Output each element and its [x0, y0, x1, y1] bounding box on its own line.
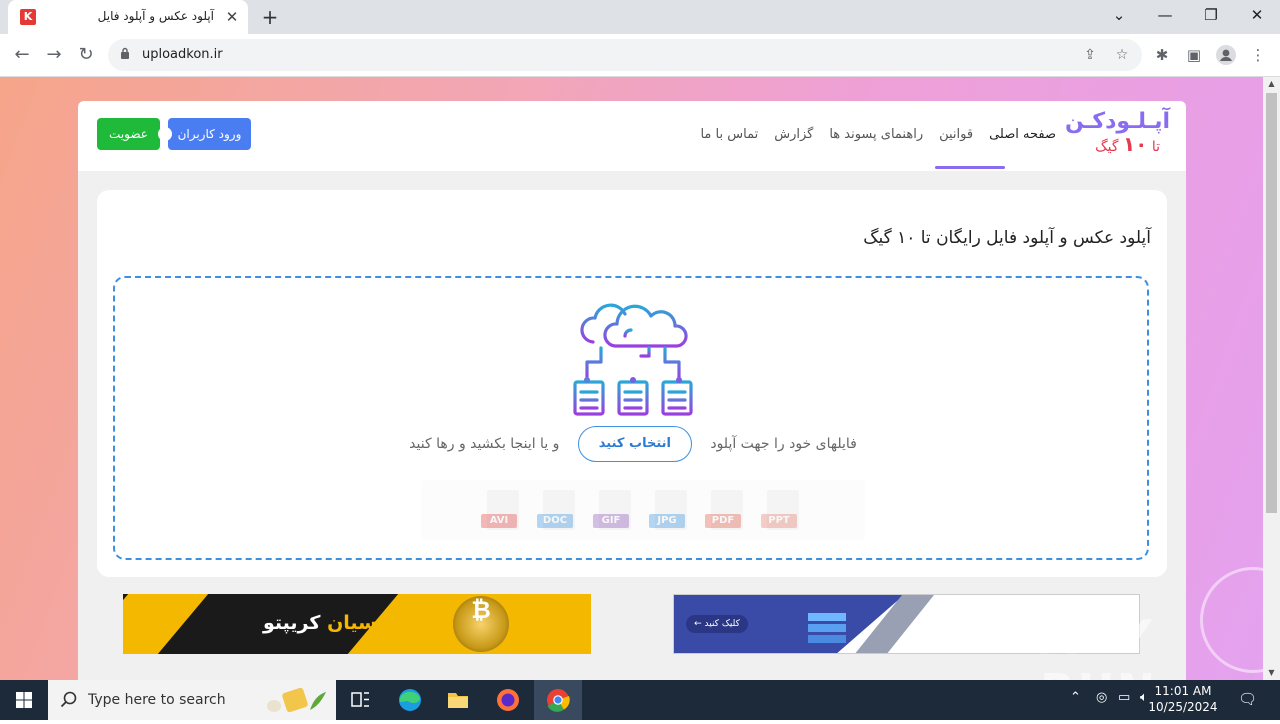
file-explorer-icon[interactable]	[434, 680, 482, 720]
bitcoin-icon: ₿	[453, 596, 509, 652]
avi-label: AVI	[481, 514, 517, 528]
crypto-ad-banner[interactable]: ₿ پارسیان کریپتو	[123, 594, 591, 654]
pdf-label: PDF	[705, 514, 741, 528]
crypto-ad-text-2: کریپتو	[263, 612, 321, 634]
hosting-ad-click-button[interactable]: کلیک کنید ←	[686, 615, 748, 633]
side-panel-icon[interactable]: ▣	[1184, 45, 1204, 65]
jpg-label: JPG	[649, 514, 685, 528]
active-nav-indicator	[935, 166, 1005, 169]
anyrun-watermark: ANY RUN	[1040, 610, 1155, 680]
windows-logo-icon	[16, 692, 32, 708]
choose-file-button[interactable]: انتخاب کنید	[577, 426, 692, 462]
taskbar-search-box[interactable]: Type here to search	[48, 680, 336, 720]
share-icon[interactable]: ⇪	[1080, 45, 1100, 65]
browser-tab-strip: K آپلود عکس و آپلود فایل ✕ + ⌄ — ❐ ✕	[0, 0, 1280, 34]
tab-close-icon[interactable]: ✕	[224, 9, 240, 25]
site-favicon-icon: K	[20, 9, 36, 25]
cloud-upload-icon	[573, 303, 693, 416]
notifications-icon[interactable]: 🗨︎	[1238, 690, 1257, 708]
window-close-button[interactable]: ✕	[1234, 0, 1280, 30]
drop-text-before: فایلهای خود را جهت آپلود	[710, 436, 857, 452]
nav-home[interactable]: صفحه اصلی	[989, 127, 1056, 142]
jpg-file-icon: JPG	[649, 490, 689, 534]
drop-text-after: و یا اینجا بکشید و رها کنید	[409, 436, 560, 452]
crypto-ad-text-1: پارسیان	[327, 612, 403, 634]
browser-menu-icon[interactable]: ⋮	[1248, 45, 1268, 65]
scrollbar-thumb[interactable]	[1266, 93, 1277, 513]
forward-arrow-icon[interactable]: →	[42, 43, 66, 67]
gif-file-icon: GIF	[593, 490, 633, 534]
search-placeholder: Type here to search	[88, 692, 226, 708]
search-icon	[60, 691, 77, 708]
reload-icon[interactable]: ↻	[74, 43, 98, 67]
clock-date: 10/25/2024	[1148, 700, 1218, 714]
logo-tagline-number: ۱۰	[1122, 132, 1148, 156]
lock-icon	[121, 47, 129, 59]
hosting-ad-click-label: کلیک کنید	[704, 619, 740, 629]
scroll-up-arrow-icon[interactable]: ▲	[1263, 77, 1280, 91]
page-scrollbar[interactable]: ▲ ▼	[1263, 77, 1280, 680]
button-separator-dot	[158, 127, 172, 141]
main-nav: صفحه اصلی قوانین راهنمای پسوند ها گزارش …	[700, 127, 1056, 142]
doc-file-icon: DOC	[537, 490, 577, 534]
new-tab-button[interactable]: +	[258, 5, 282, 29]
nav-contact[interactable]: تماس با ما	[700, 127, 758, 142]
site-logo[interactable]: آپـلـودکـن تا ۱۰ گیگ	[1065, 109, 1170, 156]
ppt-label: PPT	[761, 514, 797, 528]
search-highlight-image-icon	[267, 687, 326, 713]
upload-dropzone[interactable]: فایلهای خود را جهت آپلود انتخاب کنید و ی…	[113, 276, 1149, 560]
network-icon[interactable]: ▭	[1118, 690, 1130, 705]
supported-file-types: PPT PDF JPG GIF DOC AVI	[421, 480, 865, 540]
ppt-file-icon: PPT	[761, 490, 801, 534]
scroll-down-arrow-icon[interactable]: ▼	[1263, 666, 1280, 680]
logo-tagline-suffix: گیگ	[1095, 139, 1119, 155]
server-rack-icon	[808, 613, 846, 643]
bookmark-star-icon[interactable]: ☆	[1112, 45, 1132, 65]
restore-button[interactable]: ❐	[1188, 0, 1234, 30]
tray-overflow-chevron-icon[interactable]: ⌃	[1070, 690, 1081, 705]
address-bar[interactable]: uploadkon.ir ⇪ ☆	[108, 39, 1142, 71]
minimize-button[interactable]: —	[1142, 0, 1188, 30]
tab-search-dropdown-icon[interactable]: ⌄	[1096, 0, 1142, 30]
upload-card: آپلود عکس و آپلود فایل رایگان تا ۱۰ گیگ	[97, 190, 1167, 577]
windows-taskbar: Type here to search ⌃ ◎ ▭ 🔈︎ 11:01 AM 10…	[0, 680, 1280, 720]
firefox-icon[interactable]	[484, 680, 532, 720]
avi-file-icon: AVI	[481, 490, 521, 534]
browser-tab[interactable]: K آپلود عکس و آپلود فایل ✕	[8, 0, 248, 34]
start-button[interactable]	[0, 680, 48, 720]
page-viewport: آپـلـودکـن تا ۱۰ گیگ صفحه اصلی قوانین را…	[0, 77, 1263, 680]
tray-app-icon[interactable]: ◎	[1096, 690, 1107, 705]
taskbar-clock[interactable]: 11:01 AM 10/25/2024	[1136, 683, 1230, 715]
tab-title: آپلود عکس و آپلود فایل	[97, 9, 214, 23]
browser-toolbar: ← → ↻ uploadkon.ir ⇪ ☆ ✱ ▣ ⋮	[0, 34, 1280, 77]
chrome-icon[interactable]	[534, 680, 582, 720]
site-header: آپـلـودکـن تا ۱۰ گیگ صفحه اصلی قوانین را…	[78, 101, 1186, 171]
gif-label: GIF	[593, 514, 629, 528]
upload-heading: آپلود عکس و آپلود فایل رایگان تا ۱۰ گیگ	[863, 228, 1151, 248]
logo-tagline: تا ۱۰ گیگ	[1065, 132, 1160, 156]
logo-tagline-prefix: تا	[1151, 139, 1160, 155]
url-text: uploadkon.ir	[142, 47, 223, 62]
profile-avatar-icon[interactable]	[1216, 45, 1236, 65]
login-button[interactable]: ورود کاربران	[168, 118, 251, 150]
edge-browser-icon[interactable]	[386, 680, 434, 720]
doc-label: DOC	[537, 514, 573, 528]
extensions-puzzle-icon[interactable]: ✱	[1152, 45, 1172, 65]
signup-button[interactable]: عضویت	[97, 118, 160, 150]
pdf-file-icon: PDF	[705, 490, 745, 534]
logo-wordmark: آپـلـودکـن	[1064, 109, 1170, 134]
nav-rules[interactable]: قوانین	[939, 127, 973, 142]
crypto-ad-text: پارسیان کریپتو	[263, 612, 402, 634]
back-arrow-icon[interactable]: ←	[10, 43, 34, 67]
drop-instructions: فایلهای خود را جهت آپلود انتخاب کنید و ی…	[115, 426, 1151, 462]
nav-report[interactable]: گزارش	[774, 127, 813, 142]
nav-extensions-guide[interactable]: راهنمای پسوند ها	[829, 127, 923, 142]
banner-stripe	[123, 594, 209, 654]
task-view-icon[interactable]	[336, 680, 384, 720]
clock-time: 11:01 AM	[1154, 684, 1212, 698]
